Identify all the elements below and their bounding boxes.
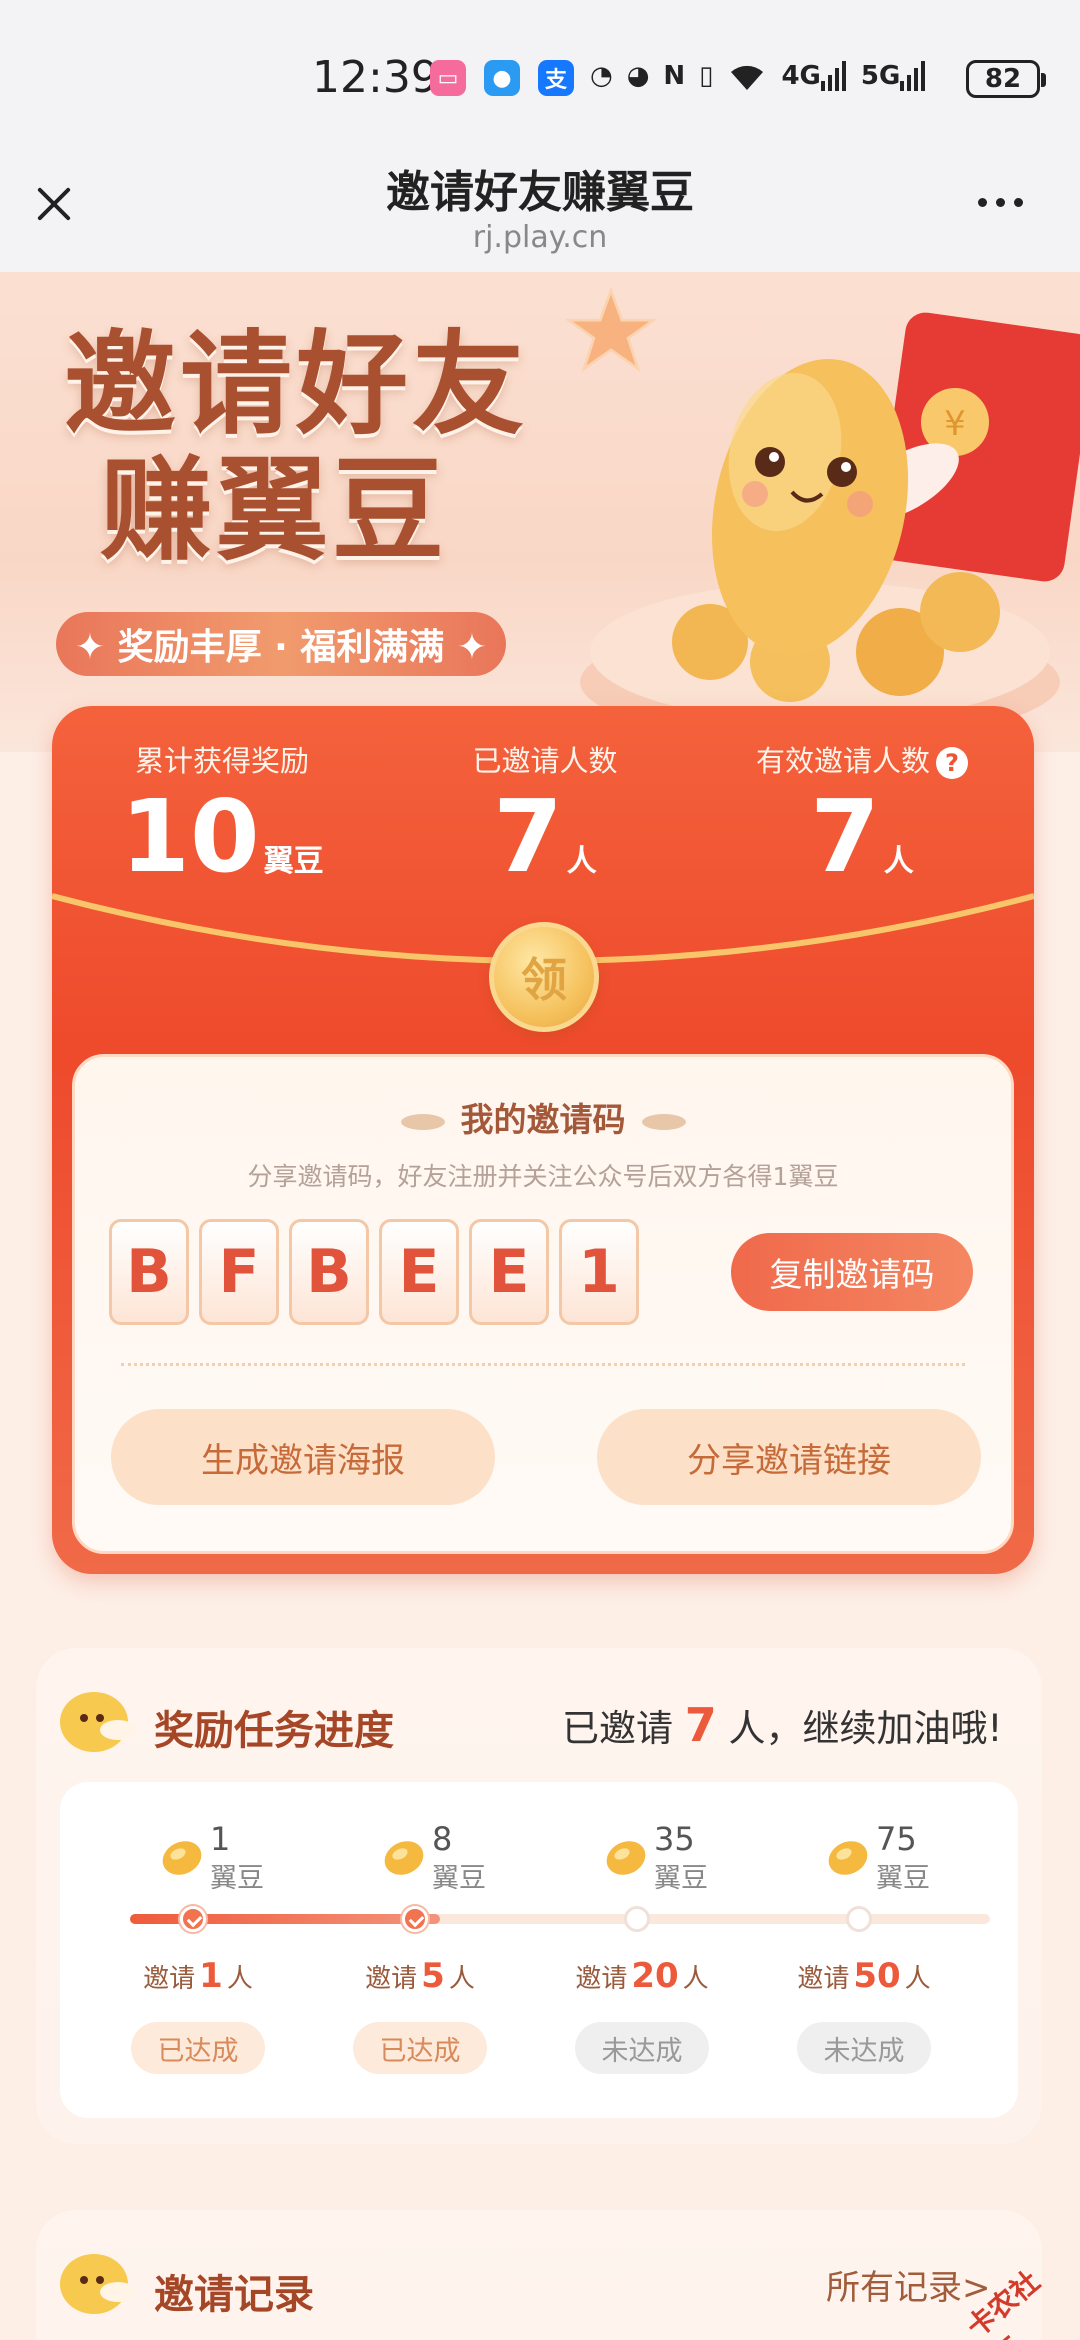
help-icon[interactable]: ?: [936, 747, 968, 779]
status-app-icons: ▭ ● 支: [430, 60, 574, 96]
invite-code-boxes: B F B E E 1: [109, 1219, 639, 1325]
tier-2-requirement: 邀请 5 人: [365, 1956, 475, 1996]
svg-text:¥: ¥: [944, 404, 966, 444]
tier-1-status-badge: 已达成: [131, 2022, 265, 2074]
bilibili-icon: ▭: [430, 60, 466, 96]
bean-mascot-icon: [60, 2254, 136, 2314]
invite-code-card: 我的邀请码 分享邀请码，好友注册并关注公众号后双方各得1翼豆 B F B E E…: [72, 1054, 1014, 1554]
hero-tagline: ✦ 奖励丰厚 · 福利满满 ✦: [56, 612, 506, 676]
wifi-icon: [727, 58, 767, 94]
tier-2-status-badge: 已达成: [353, 2022, 487, 2074]
invite-code-char: E: [379, 1219, 459, 1325]
browser-titlebar: 邀请好友赚翼豆 rj.play.cn: [0, 150, 1080, 272]
progress-tiers: 1 翼豆 邀请 1 人 已达成 8 翼豆 邀请 5 人 已达成 35 翼豆 邀请 20 人 …: [60, 1782, 1018, 2118]
bean-coin-icon: [162, 1841, 202, 1875]
tier-3-requirement: 邀请 20 人: [575, 1956, 709, 1996]
share-link-button[interactable]: 分享邀请链接: [597, 1409, 981, 1505]
claim-coin-button[interactable]: 领: [489, 922, 599, 1032]
status-bar: 12:39 ▭ ● 支 ◔ ◕ N ▯ 4G 5G 82: [0, 0, 1080, 150]
alipay-icon: 支: [538, 60, 574, 96]
hero-title-line1: 邀请好友: [64, 319, 528, 450]
progress-node-1: [180, 1906, 206, 1932]
leaf-icon: [400, 1113, 445, 1130]
invite-code-char: E: [469, 1219, 549, 1325]
bean-coin-icon: [828, 1841, 868, 1875]
bean-coin-icon: [384, 1841, 424, 1875]
page-url: rj.play.cn: [472, 220, 608, 255]
progress-node-4: [846, 1906, 872, 1932]
invite-code-char: B: [289, 1219, 369, 1325]
nfc-icon: N: [663, 61, 686, 91]
stat-invited-label: 已邀请人数: [472, 744, 618, 778]
progress-track: [130, 1906, 990, 1932]
progress-title: 奖励任务进度: [154, 1708, 394, 1754]
stat-total-reward-label: 累计获得奖励: [134, 744, 309, 778]
invite-code-char: F: [199, 1219, 279, 1325]
battery-icon: 82: [966, 60, 1046, 98]
leaf-icon: [641, 1113, 686, 1130]
gauge-icon: ◕: [626, 61, 650, 91]
hero-title-line2: 赚翼豆: [100, 445, 448, 576]
signal-5g-icon: 5G: [861, 58, 926, 94]
progress-track-fill: [130, 1914, 440, 1924]
progress-status: 已邀请 7 人，继续加油哦!: [562, 1698, 1003, 1752]
status-time: 12:39: [312, 52, 439, 103]
speed-icon: ◔: [590, 61, 613, 91]
all-records-link[interactable]: 所有记录>: [826, 2260, 991, 2309]
records-title: 邀请记录: [154, 2272, 314, 2318]
tier-4-requirement: 邀请 50 人: [797, 1956, 931, 1996]
stat-valid-invited-label: 有效邀请人数?: [732, 738, 992, 780]
reward-progress-card: 奖励任务进度 已邀请 7 人，继续加油哦! 1 翼豆 邀请 1 人 已达成 8 翼豆…: [36, 1648, 1042, 2144]
divider: [121, 1363, 965, 1366]
bean-mascot-icon: [60, 1692, 136, 1752]
reward-summary-card: 累计获得奖励 10 翼豆 已邀请人数 7人 有效邀请人数? 7人 领 我的邀请码 …: [52, 706, 1034, 1574]
message-icon: ●: [484, 60, 520, 96]
hero-banner: 邀请好友 赚翼豆 ✦ 奖励丰厚 · 福利满满 ✦ ¥: [0, 272, 1080, 752]
hero-title: 邀请好友 赚翼豆: [64, 322, 528, 574]
bean-coin-icon: [606, 1841, 646, 1875]
progress-node-3: [624, 1906, 650, 1932]
more-menu-button[interactable]: [978, 198, 1023, 207]
tier-3-status-badge: 未达成: [575, 2022, 709, 2074]
status-system-icons: ◔ ◕ N ▯ 4G 5G: [590, 58, 926, 94]
copy-invite-code-button[interactable]: 复制邀请码: [731, 1233, 973, 1311]
generate-poster-button[interactable]: 生成邀请海报: [111, 1409, 495, 1505]
progress-node-2: [402, 1906, 428, 1932]
invite-records-card: 邀请记录 所有记录>: [36, 2210, 1042, 2340]
invite-code-title: 我的邀请码: [75, 1093, 1011, 1141]
signal-4g-icon: 4G: [781, 58, 846, 94]
tier-1-requirement: 邀请 1 人: [143, 1956, 253, 1996]
invite-code-char: 1: [559, 1219, 639, 1325]
page-title: 邀请好友赚翼豆: [386, 167, 694, 218]
invite-code-subtitle: 分享邀请码，好友注册并关注公众号后双方各得1翼豆: [247, 1162, 839, 1191]
invite-code-char: B: [109, 1219, 189, 1325]
tier-4-status-badge: 未达成: [797, 2022, 931, 2074]
vibrate-icon: ▯: [699, 61, 714, 91]
bean-mascot-illustration: ¥: [580, 312, 1080, 742]
